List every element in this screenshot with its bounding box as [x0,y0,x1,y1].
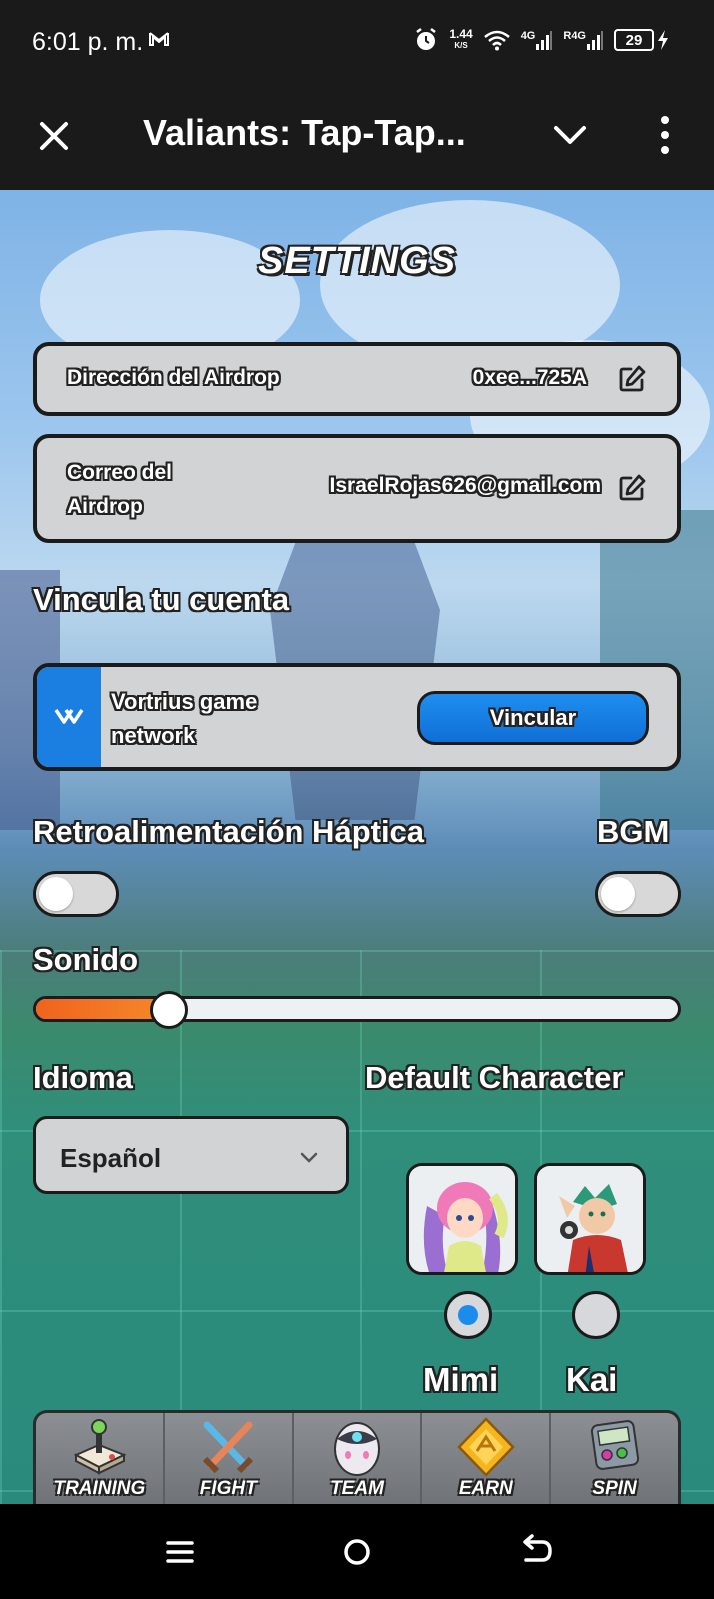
language-select-value: Español [60,1143,162,1173]
toggle-knob [601,877,635,911]
airdrop-email-value: IsraelRojas626@gmail.com [329,474,601,497]
mimi-portrait-icon [409,1166,515,1272]
gmail-icon [149,32,169,46]
battery-level: 29 [614,29,654,51]
gold-gem-icon [457,1417,515,1477]
back-icon[interactable] [516,1534,556,1570]
character-portrait-kai[interactable] [534,1163,646,1275]
recent-apps-icon[interactable] [160,1534,200,1570]
crossed-swords-icon [203,1421,254,1474]
nav-team[interactable]: TEAM [294,1413,423,1506]
sound-slider-track[interactable] [33,996,681,1022]
character-name-kai: Kai [566,1361,618,1398]
nav-label-training: TRAINING [53,1478,146,1499]
robot-egg-icon [333,1422,380,1476]
link-account-card: Vortrius game network Vincular [33,663,681,771]
link-account-heading: Vincula tu cuenta [33,582,290,617]
signal-bars-icon [536,31,553,50]
airdrop-email-card: Correo del Airdrop IsraelRojas626@gmail.… [33,434,681,543]
edit-icon[interactable] [617,364,647,394]
more-options-icon[interactable] [650,112,680,158]
settings-title: SETTINGS [257,240,457,282]
bgm-toggle[interactable] [595,871,681,917]
status-bar: 6:01 p. m. 1.44 K/S 4G R4G 29 [0,0,714,82]
bottom-nav: TRAINING FIGHT TEAM EARN SPIN [33,1410,681,1506]
nav-fight[interactable]: FIGHT [165,1413,294,1506]
status-icons: 1.44 K/S 4G R4G 29 [413,24,670,56]
sound-label: Sonido [33,942,139,977]
signal-bars-icon [587,31,603,50]
nav-label-team: TEAM [330,1478,384,1499]
language-select[interactable]: Español [33,1116,349,1194]
airdrop-address-label: Dirección del Airdrop [67,366,280,389]
character-portrait-mimi[interactable] [406,1163,518,1275]
sound-slider-thumb[interactable] [150,991,189,1029]
airdrop-email-label: Correo del Airdrop [67,461,173,518]
chevron-down-icon[interactable] [550,118,590,154]
close-icon[interactable] [34,116,74,156]
airdrop-address-value: 0xee...725A [472,366,587,389]
character-radio-kai[interactable] [572,1291,620,1339]
link-account-button[interactable]: Vincular [417,691,649,745]
haptic-feedback-label: Retroalimentación Háptica [33,814,425,849]
system-nav-bar [0,1504,714,1599]
nav-earn[interactable]: EARN [422,1413,552,1506]
link-provider-name: Vortrius game network [111,689,258,748]
airdrop-address-card: Dirección del Airdrop 0xee...725A [33,342,681,416]
kai-portrait-icon [537,1166,643,1272]
chevron-down-icon [300,1152,318,1163]
nav-training[interactable]: TRAINING [36,1413,165,1506]
alarm-icon [416,28,437,50]
signal-sim2: R4G [563,30,604,50]
nav-label-fight: FIGHT [199,1478,257,1499]
wifi-icon [483,30,510,51]
home-icon[interactable] [337,1534,377,1570]
battery-indicator: 29 [614,29,670,51]
status-time: 6:01 p. m. [32,28,144,56]
bgm-label: BGM [597,814,670,849]
vortrius-logo [37,667,101,767]
charging-bolt-icon [658,30,668,50]
haptic-feedback-toggle[interactable] [33,871,119,917]
nav-label-earn: EARN [458,1478,513,1499]
character-radio-mimi[interactable] [444,1291,492,1339]
vortrius-logo-icon [54,709,84,724]
edit-icon[interactable] [617,473,647,503]
radio-selected-dot [458,1305,478,1325]
network-speed: 1.44 K/S [449,27,473,50]
language-label: Idioma [33,1060,133,1095]
app-header: Valiants: Tap-Tap... [0,82,714,190]
joystick-icon [74,1419,127,1475]
default-character-label: Default Character [365,1060,624,1095]
signal-sim1: 4G [521,30,554,50]
nav-label-spin: SPIN [592,1478,637,1499]
slot-machine-icon [590,1420,639,1470]
app-title: Valiants: Tap-Tap... [143,112,466,153]
character-name-mimi: Mimi [423,1361,499,1398]
nav-spin[interactable]: SPIN [551,1413,678,1506]
toggle-knob [39,877,73,911]
